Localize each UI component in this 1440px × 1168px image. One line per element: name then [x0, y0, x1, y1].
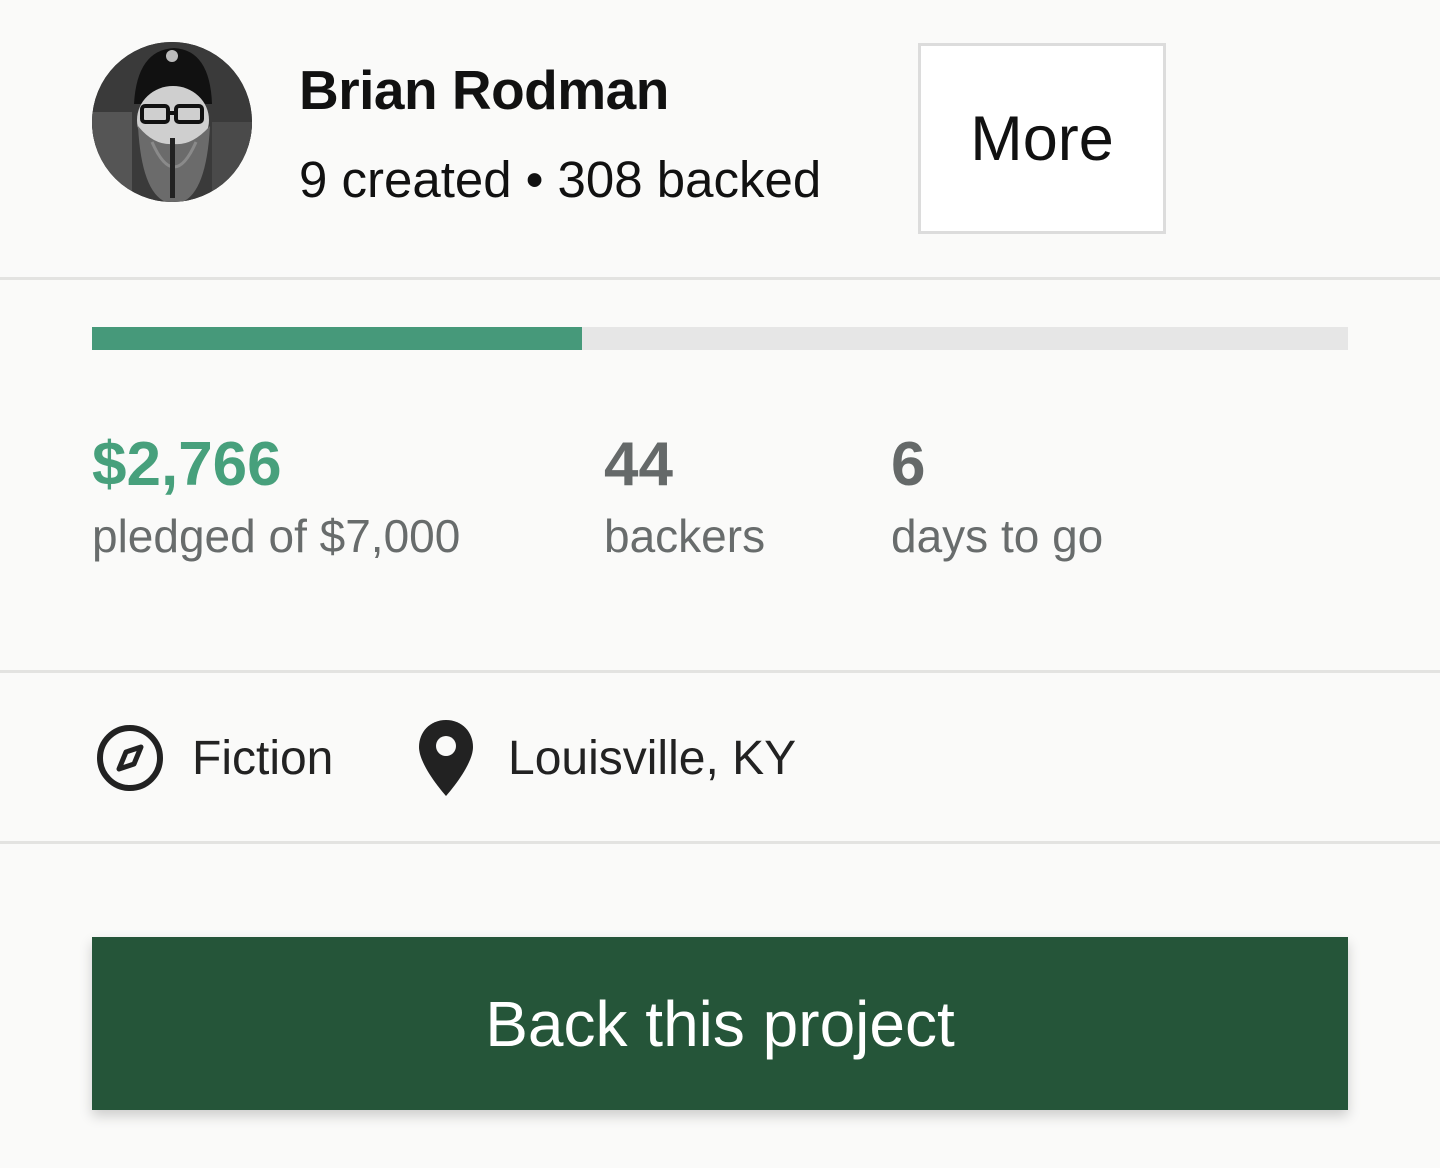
map-pin-icon	[417, 718, 475, 798]
pledged-amount: $2,766	[92, 430, 282, 499]
created-count: 9 created	[299, 151, 512, 208]
days-stat: 6 days to go	[891, 430, 1103, 564]
pledged-goal-label: pledged of $7,000	[92, 510, 461, 562]
days-count: 6	[891, 430, 926, 499]
backers-stat: 44 backers	[604, 430, 765, 564]
backed-count: 308 backed	[557, 151, 822, 208]
compass-icon	[94, 722, 166, 794]
funding-progress-bar	[92, 327, 1348, 350]
bullet-separator: •	[525, 151, 544, 208]
back-this-project-button[interactable]: Back this project	[92, 937, 1348, 1110]
pledged-stat: $2,766 pledged of $7,000	[92, 430, 460, 564]
category-label: Fiction	[192, 731, 334, 785]
category-link[interactable]: Fiction	[94, 718, 333, 798]
days-label: days to go	[891, 510, 1104, 562]
creator-section: Brian Rodman 9 created • 308 backed More	[0, 0, 1440, 278]
creator-name[interactable]: Brian Rodman	[299, 58, 669, 122]
location-label: Louisville, KY	[508, 731, 797, 785]
backers-label: backers	[604, 510, 766, 562]
more-button[interactable]: More	[918, 43, 1166, 234]
location-link[interactable]: Louisville, KY	[417, 718, 796, 798]
divider	[0, 277, 1440, 280]
divider	[0, 670, 1440, 673]
creator-stats: 9 created • 308 backed	[299, 150, 821, 209]
backers-count: 44	[604, 430, 673, 499]
creator-avatar[interactable]	[92, 42, 252, 202]
funding-progress-fill	[92, 327, 582, 350]
project-sidebar: Brian Rodman 9 created • 308 backed More $…	[0, 0, 1440, 1168]
divider	[0, 841, 1440, 844]
